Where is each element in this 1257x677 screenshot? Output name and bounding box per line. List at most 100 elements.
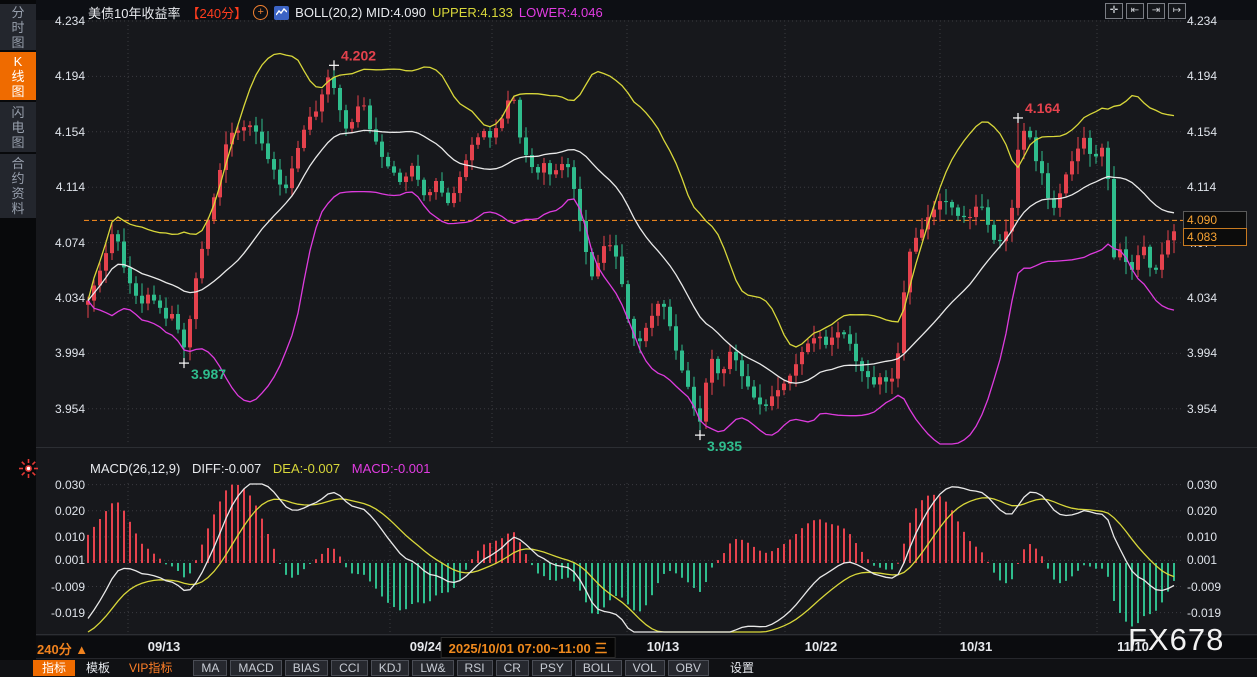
macd-hist-bar [1071, 563, 1073, 576]
candle-body [758, 398, 762, 405]
sidebar-tab-1[interactable]: 分 时 图 [0, 4, 36, 50]
toolbar-tab-模板[interactable]: 模板 [78, 660, 118, 676]
candle-body [470, 145, 474, 160]
sidebar-tab-4[interactable]: 合 约 资 料 [0, 154, 36, 218]
macd-hist-bar [111, 503, 113, 563]
toolbar-tab-VOL[interactable]: VOL [625, 660, 665, 676]
go-latest-icon[interactable]: ↦ [1168, 3, 1186, 19]
macd-hist-bar [849, 534, 851, 563]
macd-axis-label: -0.009 [40, 580, 85, 594]
toolbar-tab-MA[interactable]: MA [193, 660, 227, 676]
scale-left-axis-icon[interactable]: ⇤ [1126, 3, 1144, 19]
candle-body [1148, 247, 1152, 268]
macd-hist-bar [537, 563, 539, 573]
toolbar-tab-指标[interactable]: 指标 [33, 660, 75, 676]
candle-body [404, 177, 408, 182]
macd-hist-bar [255, 506, 257, 563]
candle-body [956, 207, 960, 215]
macd-hist-bar [765, 553, 767, 563]
macd-hist-bar [1149, 563, 1151, 614]
toolbar-tab-PSY[interactable]: PSY [532, 660, 572, 676]
candle-body [428, 192, 432, 195]
toolbar-tab-BIAS[interactable]: BIAS [285, 660, 328, 676]
candle-body [680, 351, 684, 371]
toolbar-tab-RSI[interactable]: RSI [457, 660, 493, 676]
candle-body [1172, 231, 1176, 240]
macd-hist-bar [699, 563, 701, 592]
candle-body [992, 225, 996, 240]
macd-hist-bar [99, 519, 101, 563]
candle-body [542, 163, 546, 172]
toolbar-tab-CCI[interactable]: CCI [331, 660, 368, 676]
candle-body [272, 159, 276, 170]
alert-sun-icon[interactable] [19, 459, 38, 478]
candle-body [152, 295, 156, 301]
last-price-tag: 4.083 [1183, 228, 1247, 246]
toolbar-tab-LW&[interactable]: LW& [412, 660, 453, 676]
candlestick-chart[interactable]: 4.2023.9874.1643.935 [36, 0, 1257, 660]
candle-body [362, 105, 366, 106]
add-indicator-icon[interactable]: + [253, 5, 268, 20]
macd-hist-bar [759, 551, 761, 563]
macd-hist-bar [603, 563, 605, 607]
candle-body [296, 148, 300, 168]
candle-body [386, 157, 390, 166]
candle-body [974, 207, 978, 217]
sidebar-tab-2[interactable]: K 线 图 [0, 52, 36, 100]
candle-body [950, 202, 954, 208]
candle-body [800, 352, 804, 364]
price-axis-label: 4.114 [1187, 180, 1247, 194]
toolbar-tab-设置[interactable]: 设置 [722, 660, 762, 676]
macd-hist-bar [741, 540, 743, 563]
toolbar-tab-CR[interactable]: CR [496, 660, 529, 676]
macd-hist-bar [993, 563, 995, 573]
macd-hist-bar [357, 563, 359, 574]
chart-plot-area[interactable]: 4.2023.9874.1643.935 [36, 0, 1257, 660]
toolbar-tab-BOLL[interactable]: BOLL [575, 660, 622, 676]
macd-hist-bar [615, 563, 617, 596]
macd-hist-bar [1095, 563, 1097, 569]
macd-hist-bar [213, 514, 215, 563]
period-selector[interactable]: 240分 ▲ [37, 639, 88, 658]
macd-hist-bar [351, 563, 353, 573]
candle-body [686, 370, 690, 386]
candle-body [578, 189, 582, 221]
candle-body [182, 330, 186, 348]
candle-body [638, 338, 642, 341]
candle-body [320, 94, 324, 111]
macd-hist-bar [999, 563, 1001, 580]
macd-hist-bar [1089, 563, 1091, 567]
macd-hist-bar [951, 510, 953, 563]
price-axis-label: 4.234 [40, 14, 85, 28]
candle-body [986, 207, 990, 224]
pan-cross-icon[interactable]: ✛ [1105, 3, 1123, 19]
toolbar-tab-OBV[interactable]: OBV [668, 660, 709, 676]
sidebar-tab-3[interactable]: 闪 电 图 [0, 102, 36, 152]
scale-right-axis-icon[interactable]: ⇥ [1147, 3, 1165, 19]
toolbar-tab-VIP指标[interactable]: VIP指标 [121, 660, 180, 676]
macd-hist-bar [645, 563, 647, 605]
candle-body [350, 122, 354, 128]
macd-hist-bar [1023, 549, 1025, 563]
candle-body [536, 167, 540, 173]
macd-hist-bar [435, 563, 437, 595]
macd-hist-bar [417, 563, 419, 602]
candle-body [1154, 268, 1158, 270]
candle-body [938, 201, 942, 209]
chart-style-icon[interactable] [274, 6, 289, 20]
toolbar-tab-MACD[interactable]: MACD [230, 660, 281, 676]
macd-hist-bar [969, 541, 971, 563]
candle-body [824, 337, 828, 345]
candle-body [266, 143, 270, 159]
toolbar-tab-KDJ[interactable]: KDJ [371, 660, 410, 676]
candle-body [962, 216, 966, 217]
macd-hist-bar [507, 534, 509, 563]
candle-body [1022, 131, 1026, 150]
macd-hist-bar [723, 553, 725, 563]
price-axis-label: 3.954 [1187, 402, 1247, 416]
macd-hist-bar [195, 560, 197, 563]
candle-body [854, 344, 858, 361]
watermark: FX678 [1128, 622, 1224, 658]
macd-hist-bar [879, 563, 881, 568]
macd-hist-bar [1107, 563, 1109, 577]
